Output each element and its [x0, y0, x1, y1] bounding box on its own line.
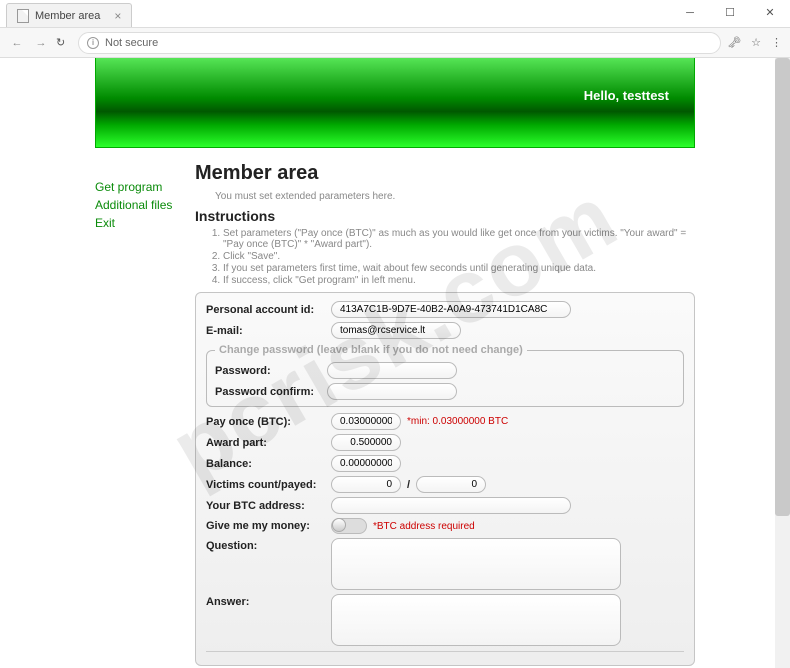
question-textarea[interactable] — [331, 538, 621, 590]
btc-address-label: Your BTC address: — [206, 500, 331, 512]
award-field[interactable] — [331, 434, 401, 451]
tab-title: Member area — [35, 10, 100, 22]
list-item: If success, click "Get program" in left … — [223, 275, 695, 286]
hello-user: Hello, testtest — [584, 88, 669, 103]
star-icon[interactable]: ☆ — [751, 36, 761, 49]
email-field[interactable] — [331, 322, 461, 339]
list-item: Set parameters ("Pay once (BTC)" as much… — [223, 228, 695, 250]
payonce-label: Pay once (BTC): — [206, 416, 331, 428]
info-icon[interactable]: i — [87, 37, 99, 49]
reload-icon[interactable]: ↻ — [56, 36, 72, 49]
sidebar-item-getprogram[interactable]: Get program — [95, 178, 195, 196]
sidebar-item-exit[interactable]: Exit — [95, 214, 195, 232]
browser-titlebar: Member area × ─ ☐ ✕ — [0, 0, 790, 28]
close-icon[interactable]: × — [114, 9, 121, 23]
balance-label: Balance: — [206, 458, 331, 470]
tagline: You must set extended parameters here. — [215, 191, 695, 202]
not-secure-label: Not secure — [105, 37, 158, 49]
back-icon[interactable]: ← — [8, 37, 26, 49]
answer-textarea[interactable] — [331, 594, 621, 646]
document-icon — [17, 9, 29, 23]
address-field[interactable]: i Not secure — [78, 32, 721, 54]
account-id-label: Personal account id: — [206, 304, 331, 316]
key-icon[interactable]: 🗝 — [727, 36, 741, 49]
money-hint: *BTC address required — [373, 521, 475, 532]
separator — [206, 651, 684, 652]
password-label: Password: — [215, 365, 327, 377]
money-label: Give me my money: — [206, 520, 331, 532]
money-toggle[interactable] — [331, 518, 367, 534]
balance-field — [331, 455, 401, 472]
victims-count-field — [331, 476, 401, 493]
password-confirm-field[interactable] — [327, 383, 457, 400]
award-label: Award part: — [206, 437, 331, 449]
change-password-legend: Change password (leave blank if you do n… — [215, 344, 527, 356]
form-panel: Personal account id: E-mail: Change pass… — [195, 292, 695, 666]
victims-label: Victims count/payed: — [206, 479, 331, 491]
btc-address-field[interactable] — [331, 497, 571, 514]
payonce-hint: *min: 0.03000000 BTC — [407, 416, 508, 427]
page-header: Hello, testtest — [95, 58, 695, 148]
slash-separator: / — [407, 479, 410, 491]
browser-toolbar: ← → ↻ i Not secure 🗝 ☆ ⋮ — [0, 28, 790, 58]
forward-icon: → — [32, 37, 50, 49]
scrollbar-thumb[interactable] — [775, 58, 790, 516]
instructions-list: Set parameters ("Pay once (BTC)" as much… — [223, 228, 695, 286]
toggle-knob — [332, 518, 346, 532]
password-confirm-label: Password confirm: — [215, 386, 327, 398]
email-label: E-mail: — [206, 325, 331, 337]
scrollbar[interactable] — [775, 58, 790, 668]
window-minimize-button[interactable]: ─ — [670, 0, 710, 25]
question-label: Question: — [206, 538, 331, 552]
window-close-button[interactable]: ✕ — [750, 0, 790, 25]
answer-label: Answer: — [206, 594, 331, 608]
sidebar-item-additional[interactable]: Additional files — [95, 196, 195, 214]
page-title: Member area — [195, 162, 695, 185]
browser-tab[interactable]: Member area × — [6, 3, 132, 27]
menu-icon[interactable]: ⋮ — [771, 36, 782, 49]
payonce-field[interactable] — [331, 413, 401, 430]
account-id-field[interactable] — [331, 301, 571, 318]
list-item: Click "Save". — [223, 251, 695, 262]
change-password-group: Change password (leave blank if you do n… — [206, 344, 684, 407]
list-item: If you set parameters first time, wait a… — [223, 263, 695, 274]
victims-payed-field — [416, 476, 486, 493]
instructions-heading: Instructions — [195, 208, 695, 224]
window-maximize-button[interactable]: ☐ — [710, 0, 750, 25]
password-field[interactable] — [327, 362, 457, 379]
sidebar: Get program Additional files Exit — [95, 148, 195, 666]
